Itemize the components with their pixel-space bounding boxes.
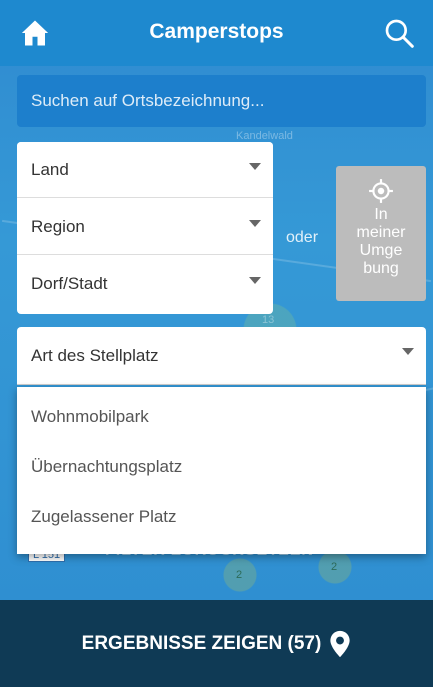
- region-select[interactable]: Region: [17, 199, 273, 255]
- country-select[interactable]: Land: [17, 142, 273, 198]
- menu-item-wohnmobilpark[interactable]: Wohnmobilpark: [17, 392, 426, 442]
- chevron-down-icon: [402, 348, 414, 355]
- map-place-label: Kandelwald: [236, 130, 293, 142]
- nearby-button[interactable]: In meiner Umge bung: [336, 166, 426, 301]
- page-title: Camperstops: [149, 20, 284, 43]
- chevron-down-icon: [249, 163, 261, 170]
- chevron-down-icon: [249, 220, 261, 227]
- nearby-button-label: In meiner Umge bung: [356, 206, 406, 277]
- chevron-down-icon: [249, 277, 261, 284]
- map-cluster-label: 13: [262, 314, 275, 326]
- app-header: Camperstops: [0, 0, 433, 66]
- map-cluster-label: 2: [331, 561, 338, 573]
- search-placeholder: Suchen auf Ortsbezeichnung...: [31, 91, 265, 110]
- region-select-label: Region: [31, 216, 85, 236]
- pitch-type-menu: Wohnmobilpark Übernachtungsplatz Zugelas…: [17, 387, 426, 554]
- city-select[interactable]: Dorf/Stadt: [17, 256, 273, 312]
- show-results-label: ERGEBNISSE ZEIGEN (57): [81, 632, 322, 654]
- search-icon[interactable]: [383, 17, 415, 49]
- country-select-label: Land: [31, 159, 69, 179]
- map-pin-icon: [330, 630, 350, 657]
- show-results-button[interactable]: ERGEBNISSE ZEIGEN (57): [0, 600, 433, 687]
- crosshair-icon: [369, 179, 393, 203]
- map-cluster-label: 2: [236, 569, 243, 581]
- or-label: oder: [286, 229, 319, 246]
- menu-item-zugelassener-platz[interactable]: Zugelassener Platz: [17, 492, 426, 542]
- menu-item-uebernachtungsplatz[interactable]: Übernachtungsplatz: [17, 442, 426, 492]
- search-input[interactable]: Suchen auf Ortsbezeichnung...: [17, 75, 426, 127]
- city-select-label: Dorf/Stadt: [31, 274, 108, 293]
- pitch-type-select[interactable]: Art des Stellplatz: [17, 327, 426, 385]
- pitch-type-label: Art des Stellplatz: [31, 345, 159, 365]
